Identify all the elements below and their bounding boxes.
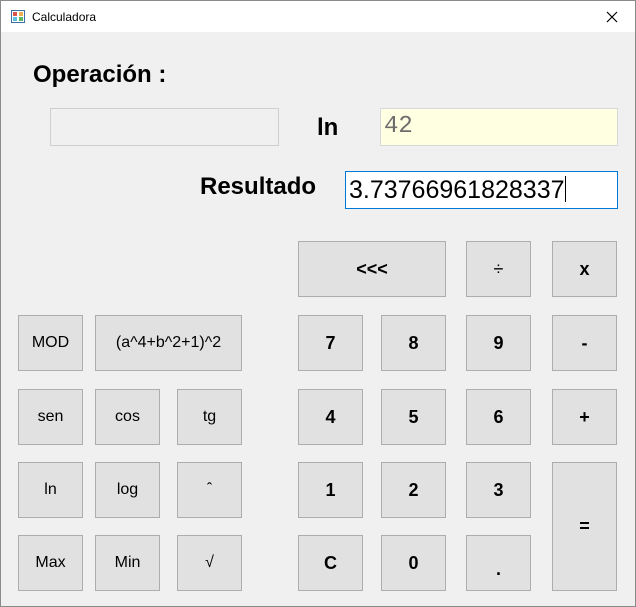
plus-button[interactable]: +	[552, 389, 617, 445]
power-button[interactable]: ˆ	[177, 462, 242, 518]
digit-1-button[interactable]: 1	[298, 462, 363, 518]
number-input-value: 42	[384, 113, 413, 140]
result-field[interactable]: 3.73766961828337	[345, 171, 618, 209]
result-label: Resultado	[200, 173, 317, 200]
digit-0-button[interactable]: 0	[381, 535, 446, 591]
mod-button[interactable]: MOD	[18, 315, 83, 371]
digit-8-button[interactable]: 8	[381, 315, 446, 371]
multiply-button[interactable]: x	[552, 241, 617, 297]
text-cursor	[564, 176, 566, 202]
cos-button[interactable]: cos	[95, 389, 160, 445]
divide-button[interactable]: ÷	[466, 241, 531, 297]
result-value: 3.73766961828337	[349, 176, 565, 204]
equals-button[interactable]: =	[552, 462, 617, 591]
sqrt-button[interactable]: √	[177, 535, 242, 591]
close-button[interactable]	[589, 1, 635, 32]
number-input[interactable]: 42	[380, 108, 618, 146]
operation-display	[50, 108, 279, 146]
digit-2-button[interactable]: 2	[381, 462, 446, 518]
window-title: Calculadora	[32, 10, 97, 24]
digit-6-button[interactable]: 6	[466, 389, 531, 445]
app-icon	[11, 10, 25, 23]
digit-5-button[interactable]: 5	[381, 389, 446, 445]
digit-7-button[interactable]: 7	[298, 315, 363, 371]
ln-button[interactable]: ln	[18, 462, 83, 518]
calculator-window: Calculadora Operación : ln 42 Resultado …	[0, 0, 636, 607]
log-button[interactable]: log	[95, 462, 160, 518]
digit-4-button[interactable]: 4	[298, 389, 363, 445]
current-operation-label: ln	[317, 114, 339, 141]
max-button[interactable]: Max	[18, 535, 83, 591]
title-bar: Calculadora	[1, 1, 635, 32]
backspace-button[interactable]: <<<	[298, 241, 446, 297]
digit-3-button[interactable]: 3	[466, 462, 531, 518]
tg-button[interactable]: tg	[177, 389, 242, 445]
minus-button[interactable]: -	[552, 315, 617, 371]
digit-9-button[interactable]: 9	[466, 315, 531, 371]
operation-heading: Operación :	[33, 61, 167, 88]
sen-button[interactable]: sen	[18, 389, 83, 445]
decimal-point-button[interactable]: .	[466, 535, 531, 591]
clear-button[interactable]: C	[298, 535, 363, 591]
close-icon	[606, 11, 618, 22]
formula-button[interactable]: (a^4+b^2+1)^2	[95, 315, 242, 371]
min-button[interactable]: Min	[95, 535, 160, 591]
